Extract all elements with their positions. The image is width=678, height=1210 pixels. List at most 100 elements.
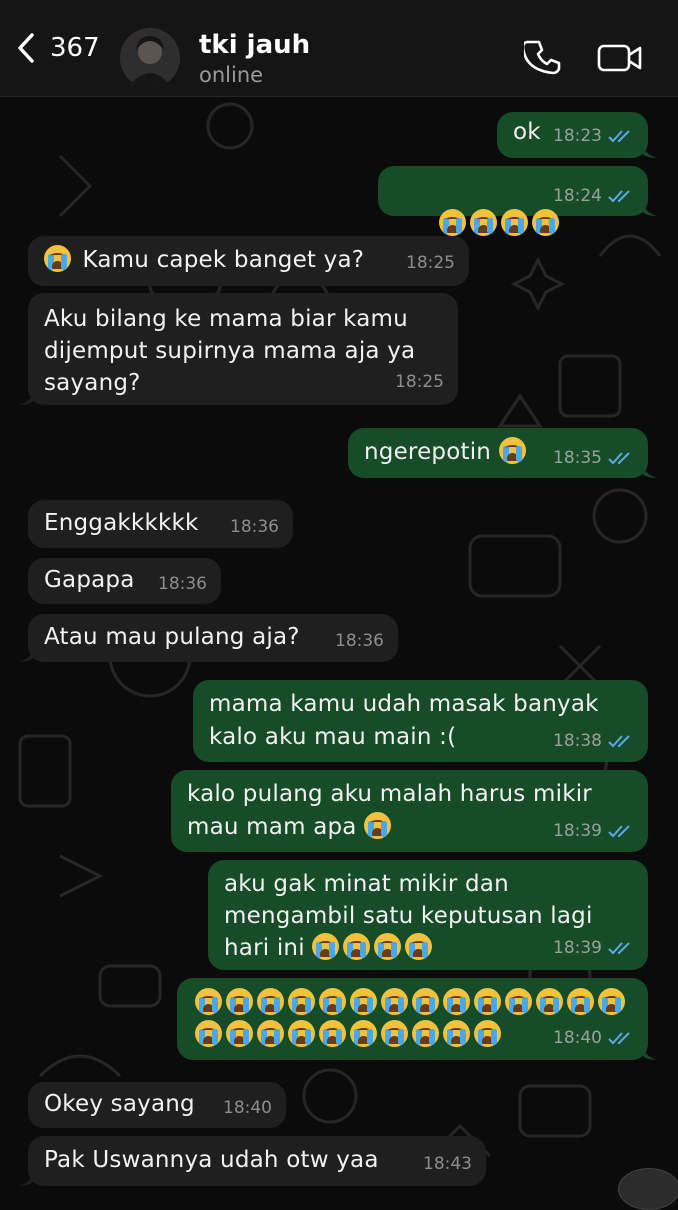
message-time: 18:36 xyxy=(335,631,384,651)
message-list[interactable]: ok 18:23 18:24 Kamu capek banget ya? 18:… xyxy=(0,96,678,1200)
message-time: 18:25 xyxy=(406,253,455,273)
message-time: 18:43 xyxy=(423,1154,472,1174)
crying-face-emoji xyxy=(474,1020,501,1047)
crying-face-emoji xyxy=(505,988,532,1015)
message-time: 18:35 xyxy=(553,448,602,468)
crying-face-emoji xyxy=(319,1020,346,1047)
crying-face-emoji xyxy=(312,933,340,960)
crying-face-emoji xyxy=(343,933,371,960)
crying-face-emoji xyxy=(288,988,315,1015)
contact-avatar[interactable] xyxy=(120,28,180,88)
chevron-left-icon xyxy=(18,33,34,63)
bubble-tail xyxy=(19,1168,35,1186)
double-check-icon xyxy=(608,825,630,838)
message-time: 18:36 xyxy=(158,574,207,594)
message-text: Aku bilang ke mama biar kamu dijemput su… xyxy=(44,306,416,396)
crying-face-emoji xyxy=(350,1020,377,1047)
crying-face-emoji xyxy=(443,1020,470,1047)
crying-face-emoji xyxy=(226,1020,253,1047)
crying-face-emoji xyxy=(44,245,71,272)
crying-face-emoji xyxy=(195,1020,222,1047)
phone-icon[interactable] xyxy=(524,38,562,76)
crying-face-emoji xyxy=(350,988,377,1015)
message-text: Atau mau pulang aja? xyxy=(44,624,300,650)
chat-header: 367 tki jauh online xyxy=(0,0,678,97)
message-bubble-incoming[interactable]: Okey sayang 18:40 xyxy=(28,1082,286,1128)
double-check-icon xyxy=(608,1032,630,1045)
message-time: 18:38 xyxy=(553,731,602,751)
message-time: 18:39 xyxy=(553,821,602,841)
message-bubble-outgoing[interactable]: kalo pulang aku malah harus mikir mau ma… xyxy=(171,770,648,852)
message-time: 18:24 xyxy=(553,186,602,206)
crying-face-emoji xyxy=(405,933,433,960)
message-text: aku gak minat mikir dan mengambil satu k… xyxy=(224,871,593,961)
crying-face-emoji xyxy=(257,1020,284,1047)
video-call-icon[interactable] xyxy=(597,42,643,74)
back-button[interactable]: 367 xyxy=(14,30,100,66)
contact-status: online xyxy=(199,63,264,87)
crying-face-emoji xyxy=(567,988,594,1015)
bubble-tail xyxy=(19,387,35,405)
bubble-tail xyxy=(19,644,35,662)
double-check-icon xyxy=(608,452,630,465)
message-time: 18:40 xyxy=(223,1098,272,1118)
message-bubble-outgoing[interactable]: ok 18:23 xyxy=(497,112,657,158)
message-text: Kamu capek banget ya? xyxy=(44,244,364,277)
message-bubble-outgoing[interactable]: aku gak minat mikir dan mengambil satu k… xyxy=(208,860,648,970)
message-bubble-outgoing[interactable]: ngerepotin 18:35 xyxy=(348,428,657,478)
message-bubble-incoming[interactable]: Atau mau pulang aja? 18:36 xyxy=(19,614,398,662)
crying-face-emoji xyxy=(319,988,346,1015)
message-text: ok xyxy=(513,119,541,145)
crying-face-emoji xyxy=(443,988,470,1015)
double-check-icon xyxy=(608,942,630,955)
message-bubble-incoming[interactable]: Kamu capek banget ya? 18:25 xyxy=(28,236,469,286)
crying-face-emoji xyxy=(381,988,408,1015)
message-text: kalo pulang aku malah harus mikir mau ma… xyxy=(187,781,592,840)
bubble-tail xyxy=(641,460,657,478)
crying-face-emoji xyxy=(532,209,560,236)
bubble-tail xyxy=(641,198,657,216)
message-text: Pak Uswannya udah otw yaa xyxy=(44,1147,379,1173)
crying-face-emoji xyxy=(374,933,402,960)
message-time: 18:25 xyxy=(395,372,444,392)
unread-count: 367 xyxy=(50,33,100,63)
message-text: ngerepotin xyxy=(364,436,530,469)
message-time: 18:40 xyxy=(553,1028,602,1048)
crying-face-emoji xyxy=(598,988,625,1015)
message-bubble-incoming[interactable]: Gapapa 18:36 xyxy=(28,558,221,604)
crying-face-emoji xyxy=(536,988,563,1015)
message-bubble-outgoing[interactable]: mama kamu udah masak banyak kalo aku mau… xyxy=(193,680,648,762)
message-bubble-incoming[interactable]: Aku bilang ke mama biar kamu dijemput su… xyxy=(19,293,458,405)
message-bubble-outgoing[interactable]: 18:40 xyxy=(177,978,657,1060)
message-time: 18:23 xyxy=(553,126,602,146)
message-bubble-incoming[interactable]: Pak Uswannya udah otw yaa 18:43 xyxy=(19,1136,486,1186)
double-check-icon xyxy=(608,130,630,143)
crying-face-emoji xyxy=(226,988,253,1015)
message-text: Okey sayang xyxy=(44,1091,195,1117)
double-check-icon xyxy=(608,190,630,203)
crying-face-emoji xyxy=(470,209,498,236)
crying-face-emoji xyxy=(364,812,392,839)
message-bubble-incoming[interactable]: Enggakkkkkk 18:36 xyxy=(28,500,293,548)
crying-face-emoji xyxy=(257,988,284,1015)
message-text: Gapapa xyxy=(44,567,135,593)
message-text: mama kamu udah masak banyak kalo aku mau… xyxy=(209,691,599,750)
message-time: 18:39 xyxy=(553,938,602,958)
crying-face-emoji xyxy=(498,437,526,464)
bubble-tail xyxy=(641,140,657,158)
crying-face-emoji xyxy=(501,209,529,236)
crying-face-emoji xyxy=(412,988,439,1015)
avatar-photo xyxy=(120,28,180,88)
bubble-tail xyxy=(641,1042,657,1060)
crying-face-emoji xyxy=(288,1020,315,1047)
message-bubble-outgoing[interactable]: 18:24 xyxy=(378,166,657,236)
scroll-to-bottom-button[interactable] xyxy=(618,1168,678,1210)
message-time: 18:36 xyxy=(230,517,279,537)
double-check-icon xyxy=(608,735,630,748)
crying-face-emoji xyxy=(439,209,467,236)
crying-face-emoji xyxy=(381,1020,408,1047)
crying-face-emoji xyxy=(474,988,501,1015)
crying-face-emoji xyxy=(195,988,222,1015)
contact-name[interactable]: tki jauh xyxy=(199,30,310,60)
crying-face-emoji xyxy=(412,1020,439,1047)
